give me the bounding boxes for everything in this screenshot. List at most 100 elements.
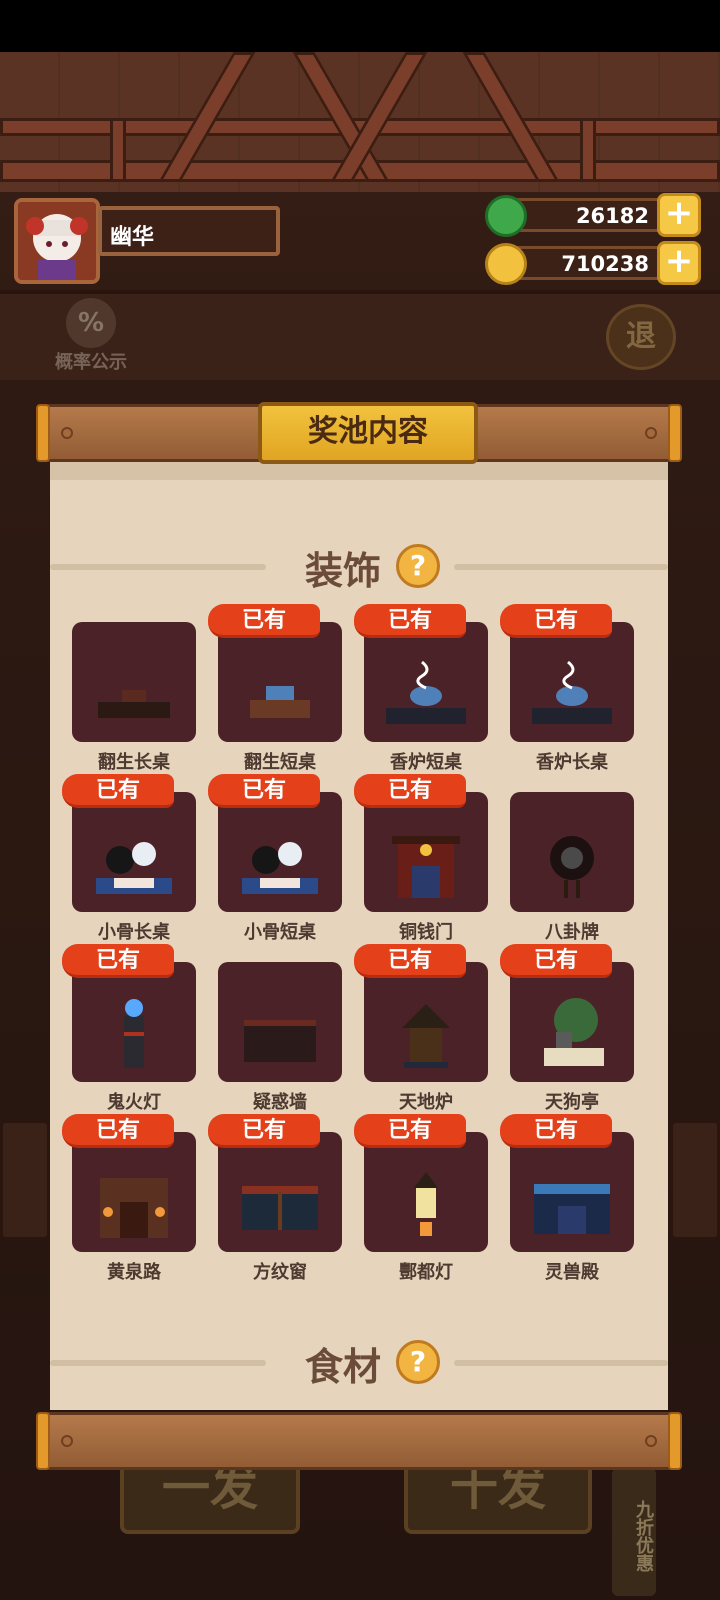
nail-icon	[645, 1435, 657, 1447]
nail-icon	[61, 1435, 73, 1447]
item-card[interactable]	[364, 622, 488, 742]
furnace-icon	[402, 1004, 450, 1068]
scroll-bottom-rod	[36, 1412, 682, 1470]
divider	[454, 1360, 668, 1366]
decor-item[interactable]: 已有天地炉	[354, 944, 488, 1113]
item-name: 小骨短桌	[244, 922, 316, 943]
decor-item[interactable]: 已有 黄泉路	[62, 1114, 196, 1283]
item-name: 方纹窗	[253, 1262, 307, 1283]
owned-badge: 已有	[208, 604, 320, 638]
player-avatar[interactable]	[14, 198, 100, 284]
item-card[interactable]	[72, 962, 196, 1082]
prize-pool-panel: 装饰 ? 翻生长桌 已有 翻生短桌 已有 香炉短桌 已有 香炉长桌 已有 小骨长桌 已有 小骨短桌已…	[50, 460, 668, 1410]
gold-currency: 710238 +	[485, 241, 701, 285]
owned-badge: 已有	[500, 604, 612, 638]
item-card[interactable]	[72, 622, 196, 742]
lantern-icon	[414, 1172, 438, 1236]
discount-tag: 九折优惠	[612, 1468, 656, 1596]
incense-short-icon	[386, 660, 466, 724]
item-card[interactable]	[364, 962, 488, 1082]
bone-long-icon	[96, 842, 172, 894]
decor-item[interactable]: 翻生长桌	[72, 612, 196, 773]
item-card[interactable]	[218, 962, 342, 1082]
short-table-icon	[250, 686, 310, 718]
divider	[50, 564, 266, 570]
section-title: 装饰	[304, 549, 381, 593]
item-card[interactable]	[510, 962, 634, 1082]
exit-button[interactable]: 退	[606, 304, 676, 370]
window-icon	[242, 1186, 318, 1230]
decor-item[interactable]: 八卦牌	[510, 782, 634, 943]
item-card[interactable]	[510, 792, 634, 912]
decor-item[interactable]: 已有 酆都灯	[354, 1114, 488, 1283]
rod-cap	[36, 404, 50, 462]
item-card[interactable]	[218, 1132, 342, 1252]
player-name: 幽华	[98, 206, 280, 256]
item-name: 天地炉	[399, 1092, 453, 1113]
avatar-portrait-icon	[18, 202, 96, 280]
roof-post	[580, 118, 596, 182]
item-card[interactable]	[72, 1132, 196, 1252]
decor-item[interactable]: 已有 小骨短桌	[208, 774, 342, 943]
decor-item[interactable]: 已有天狗亭	[500, 944, 634, 1113]
item-card[interactable]	[218, 622, 342, 742]
decor-item[interactable]: 已有 铜钱门	[354, 774, 488, 943]
decor-item[interactable]: 已有鬼火灯	[62, 944, 196, 1113]
rod-cap	[668, 1412, 682, 1470]
probability-button[interactable]: % 概率公示	[46, 298, 136, 373]
decor-item[interactable]: 已有香炉短桌	[354, 604, 488, 773]
owned-badge: 已有	[500, 1114, 612, 1148]
owned-badge: 已有	[62, 944, 174, 978]
wall-icon	[244, 1020, 316, 1062]
add-gold-button[interactable]: +	[657, 241, 701, 285]
help-icon[interactable]: ?	[396, 544, 440, 588]
decor-item[interactable]: 疑惑墙	[218, 952, 342, 1113]
item-name: 疑惑墙	[253, 1092, 307, 1113]
shelf	[670, 1120, 720, 1240]
item-name: 酆都灯	[399, 1262, 453, 1283]
jade-currency: 26182 +	[485, 193, 701, 237]
item-name: 小骨长桌	[98, 922, 170, 943]
item-name: 灵兽殿	[545, 1262, 599, 1283]
decor-item[interactable]: 已有翻生短桌	[208, 604, 342, 773]
bagua-icon	[550, 836, 594, 898]
decor-item[interactable]: 已有 方纹窗	[208, 1114, 342, 1283]
owned-badge: 已有	[62, 774, 174, 808]
gold-coin-icon	[485, 243, 527, 285]
item-card[interactable]	[218, 792, 342, 912]
rod-cap	[36, 1412, 50, 1470]
item-name: 翻生长桌	[98, 752, 170, 773]
panel-title: 奖池内容	[258, 402, 478, 464]
item-card[interactable]	[364, 1132, 488, 1252]
nail-icon	[61, 427, 73, 439]
owned-badge: 已有	[354, 944, 466, 978]
item-name: 天狗亭	[545, 1092, 599, 1113]
add-jade-button[interactable]: +	[657, 193, 701, 237]
item-name: 铜钱门	[399, 922, 453, 943]
item-name: 鬼火灯	[107, 1092, 161, 1113]
section-title: 食材	[304, 1345, 381, 1389]
jade-coin-icon	[485, 195, 527, 237]
owned-badge: 已有	[500, 944, 612, 978]
decor-section-header: 装饰 ?	[50, 540, 668, 593]
item-card[interactable]	[510, 1132, 634, 1252]
item-card[interactable]	[364, 792, 488, 912]
ingredient-section-header: 食材 ?	[50, 1336, 668, 1389]
decor-item[interactable]: 已有 香炉长桌	[500, 604, 634, 773]
coin-gate-icon	[392, 836, 460, 898]
item-name: 香炉短桌	[390, 752, 462, 773]
item-card[interactable]	[72, 792, 196, 912]
hall-icon	[534, 1184, 610, 1234]
help-icon[interactable]: ?	[396, 1340, 440, 1384]
owned-badge: 已有	[62, 1114, 174, 1148]
item-card[interactable]	[510, 622, 634, 742]
divider	[454, 564, 668, 570]
item-name: 翻生短桌	[244, 752, 316, 773]
decor-item[interactable]: 已有小骨长桌	[62, 774, 196, 943]
owned-badge: 已有	[354, 604, 466, 638]
item-name: 八卦牌	[545, 922, 599, 943]
jade-amount: 26182	[575, 204, 649, 228]
pavilion-icon	[544, 998, 604, 1066]
decor-item[interactable]: 已有灵兽殿	[500, 1114, 634, 1283]
ghost-lamp-icon	[124, 999, 144, 1068]
